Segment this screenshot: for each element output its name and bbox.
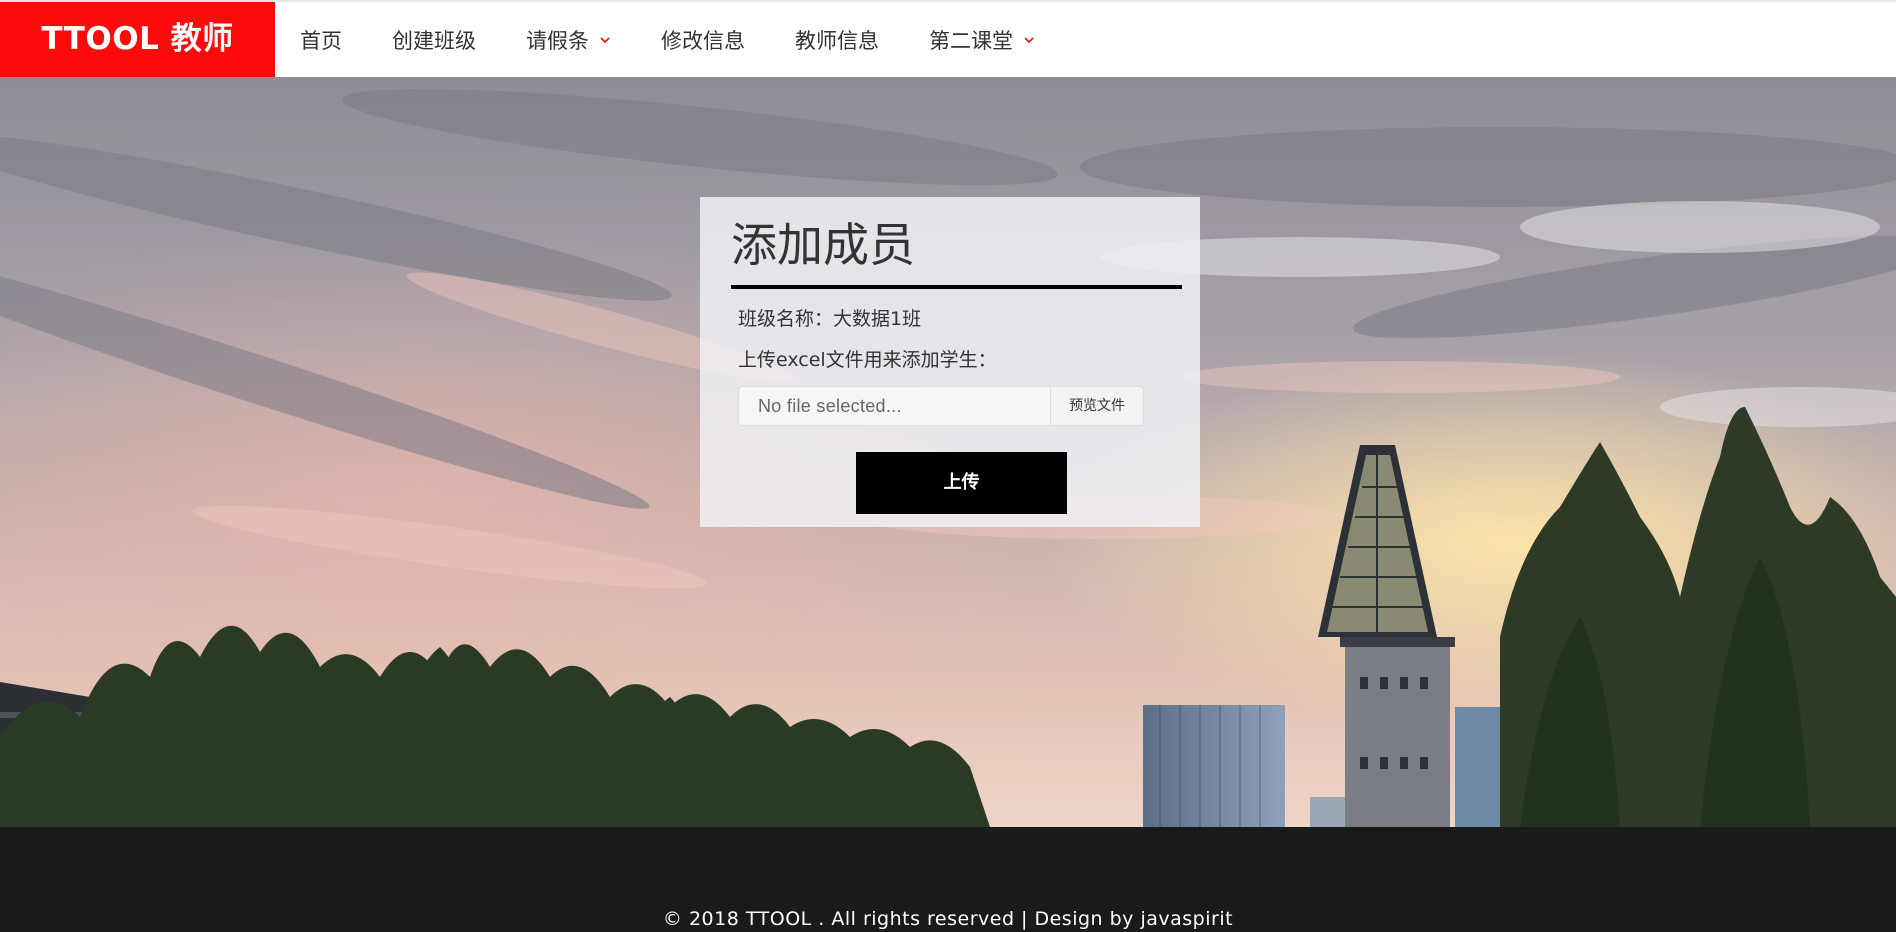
nav-item-create-class[interactable]: 创建班级 bbox=[367, 2, 501, 77]
copyright-text: © 2018 TTOOL . All rights reserved | Des… bbox=[662, 908, 1234, 930]
nav-item-second-classroom[interactable]: 第二课堂 bbox=[904, 2, 1060, 77]
upload-button[interactable]: 上传 bbox=[856, 452, 1067, 514]
file-upload-field: No file selected... 预览文件 bbox=[738, 386, 1144, 426]
nav-item-home[interactable]: 首页 bbox=[275, 2, 367, 77]
brand-logo[interactable]: TTOOL 教师 bbox=[0, 2, 275, 77]
top-navbar: TTOOL 教师 首页 创建班级 请假条 修改信息 教师信息 第二课堂 bbox=[0, 0, 1896, 77]
upload-prompt-label: 上传excel文件用来添加学生： bbox=[738, 349, 997, 371]
page-title: 添加成员 bbox=[731, 217, 1182, 289]
nav-item-leave-note[interactable]: 请假条 bbox=[501, 2, 636, 77]
class-name-text: 班级名称：大数据1班 bbox=[738, 308, 922, 330]
nav-item-teacher-info[interactable]: 教师信息 bbox=[770, 2, 904, 77]
nav-item-label: 请假条 bbox=[526, 28, 589, 53]
footer: © 2018 TTOOL . All rights reserved | Des… bbox=[0, 827, 1896, 932]
browse-file-button[interactable]: 预览文件 bbox=[1050, 386, 1144, 426]
main-nav: 首页 创建班级 请假条 修改信息 教师信息 第二课堂 bbox=[275, 2, 1060, 77]
nav-item-label: 第二课堂 bbox=[929, 28, 1013, 53]
file-path-input[interactable]: No file selected... bbox=[738, 386, 1050, 426]
chevron-down-icon bbox=[1024, 36, 1034, 43]
nav-item-label: 修改信息 bbox=[661, 28, 745, 53]
chevron-down-icon bbox=[600, 36, 610, 43]
nav-item-label: 首页 bbox=[300, 28, 342, 53]
nav-item-label: 创建班级 bbox=[392, 28, 476, 53]
add-member-panel: 添加成员 班级名称：大数据1班 上传excel文件用来添加学生： No file… bbox=[700, 197, 1200, 527]
nav-item-label: 教师信息 bbox=[795, 28, 879, 53]
nav-item-edit-info[interactable]: 修改信息 bbox=[636, 2, 770, 77]
